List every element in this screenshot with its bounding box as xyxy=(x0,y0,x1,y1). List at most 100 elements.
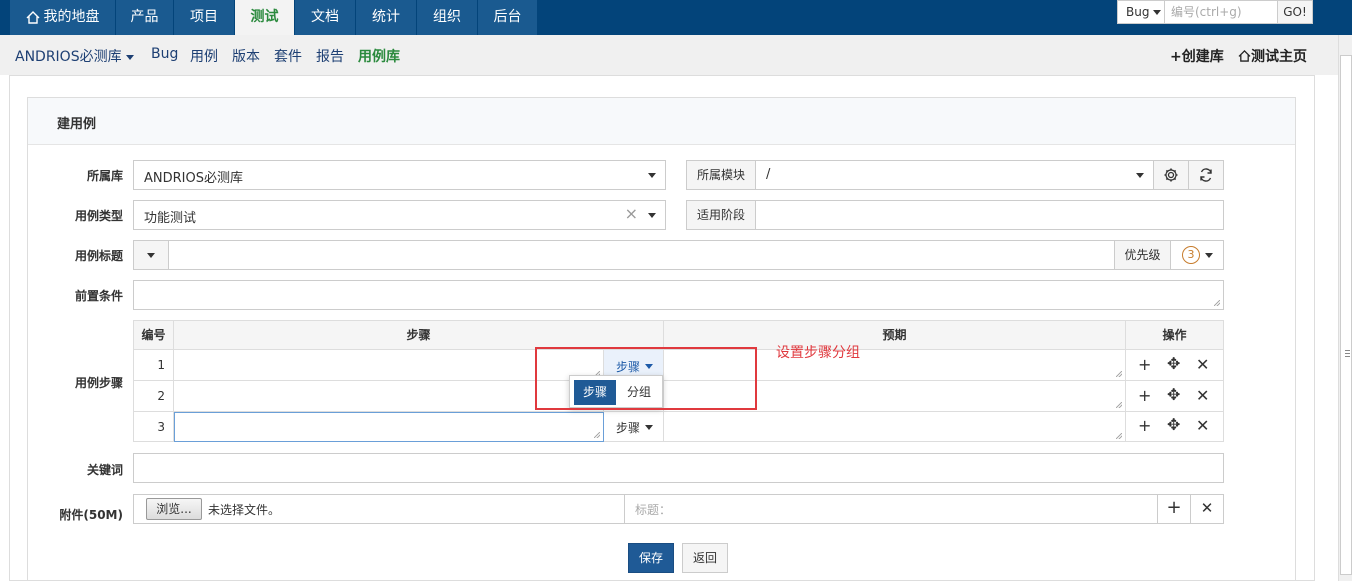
step-type-select[interactable]: 步骤 xyxy=(604,412,664,442)
gear-icon xyxy=(1164,168,1178,182)
nav-project[interactable]: 项目 xyxy=(174,0,235,35)
add-icon[interactable]: + xyxy=(1138,416,1151,435)
type-label: 用例类型 xyxy=(74,209,123,223)
subnav-caselib[interactable]: 用例库 xyxy=(358,46,400,66)
priority-badge: 3 xyxy=(1182,246,1200,264)
nav-admin[interactable]: 后台 xyxy=(478,0,538,35)
go-button[interactable]: GO! xyxy=(1277,0,1313,24)
attach-label: 附件(50M) xyxy=(59,508,123,522)
clear-icon[interactable]: × xyxy=(625,204,638,223)
search-type-select[interactable]: Bug xyxy=(1117,0,1165,24)
caret-down-icon xyxy=(1153,10,1162,15)
create-lib-link[interactable]: +创建库 xyxy=(1170,46,1224,66)
back-button[interactable]: 返回 xyxy=(682,543,728,573)
lib-select[interactable]: ANDRIOS必测库 xyxy=(133,160,666,190)
resize-handle[interactable] xyxy=(1214,300,1220,306)
steps-label: 用例步骤 xyxy=(74,376,123,390)
nav-product[interactable]: 产品 xyxy=(116,0,174,35)
stage-label: 适用阶段 xyxy=(686,200,756,230)
subnav-case[interactable]: 用例 xyxy=(190,46,218,66)
test-home-link[interactable]: 测试主页 xyxy=(1238,46,1307,66)
move-icon[interactable]: ✥ xyxy=(1167,354,1180,373)
title-input[interactable] xyxy=(168,240,1115,270)
caret-down-icon xyxy=(126,54,135,60)
close-icon: ✕ xyxy=(1200,499,1214,517)
attach-title-input[interactable]: 标题： xyxy=(624,494,1158,524)
stage-select[interactable] xyxy=(755,200,1224,230)
subnav-build[interactable]: 版本 xyxy=(232,46,260,66)
row-ops: + ✥ ✕ xyxy=(1126,350,1223,381)
module-label: 所属模块 xyxy=(686,160,756,190)
search-input[interactable]: 编号(ctrl+g) xyxy=(1164,0,1278,24)
lib-label: 所属库 xyxy=(86,169,123,183)
add-icon[interactable]: + xyxy=(1138,386,1151,405)
panel-title: 建用例 xyxy=(57,117,97,132)
resize-handle[interactable] xyxy=(594,432,600,438)
close-icon[interactable]: ✕ xyxy=(1196,416,1209,435)
panel-header: 建用例 xyxy=(28,98,1295,145)
expect-input[interactable] xyxy=(664,412,1126,442)
title-label: 用例标题 xyxy=(74,249,123,263)
annotation-highlight-box xyxy=(535,347,757,410)
caret-down-icon xyxy=(648,173,656,178)
step-input-focused[interactable] xyxy=(174,412,604,442)
title-color-button[interactable] xyxy=(133,240,169,270)
caret-down-icon xyxy=(645,425,653,430)
close-icon[interactable]: ✕ xyxy=(1196,355,1209,374)
library-switcher[interactable]: ANDRIOS必测库 xyxy=(15,46,135,66)
grip-line xyxy=(1345,350,1350,351)
priority-label: 优先级 xyxy=(1114,240,1171,270)
nav-doc[interactable]: 文档 xyxy=(295,0,356,35)
step-type-value: 步骤 xyxy=(616,421,641,435)
caret-down-icon xyxy=(648,213,656,218)
grip-line xyxy=(1345,353,1350,354)
subnav-suite[interactable]: 套件 xyxy=(274,46,302,66)
nav-org[interactable]: 组织 xyxy=(417,0,478,35)
module-refresh-button[interactable] xyxy=(1188,160,1224,190)
type-select[interactable]: 功能测试 × xyxy=(133,200,666,230)
header-ops: 操作 xyxy=(1126,321,1223,350)
plus-icon: + xyxy=(1170,49,1182,65)
add-attachment-button[interactable]: + xyxy=(1157,494,1191,524)
type-select-value: 功能测试 xyxy=(144,211,197,226)
browse-button[interactable]: 浏览... xyxy=(146,498,202,520)
resize-handle[interactable] xyxy=(1116,371,1122,377)
nav-stats[interactable]: 统计 xyxy=(356,0,417,35)
scrollbar-thumb[interactable] xyxy=(1340,55,1352,575)
home-icon xyxy=(1238,50,1251,62)
top-navbar: 我的地盘 产品 项目 测试 文档 统计 组织 后台 Bug 编号(ctrl+g)… xyxy=(0,0,1352,35)
module-settings-button[interactable] xyxy=(1153,160,1189,190)
priority-select[interactable]: 3 xyxy=(1170,240,1224,270)
row-num: 2 xyxy=(134,381,174,412)
save-button[interactable]: 保存 xyxy=(628,543,674,573)
lib-select-value: ANDRIOS必测库 xyxy=(144,171,243,186)
row-ops: + ✥ ✕ xyxy=(1126,412,1223,442)
keywords-input[interactable] xyxy=(133,453,1224,483)
file-input[interactable]: 浏览... 未选择文件。 xyxy=(133,494,625,524)
sub-navbar: ANDRIOS必测库 Bug 用例 版本 套件 报告 用例库 +创建库 测试主页 xyxy=(0,35,1338,75)
remove-attachment-button[interactable]: ✕ xyxy=(1190,494,1224,524)
resize-handle[interactable] xyxy=(1116,402,1122,408)
home-icon xyxy=(26,10,39,24)
row-num: 1 xyxy=(134,350,174,381)
attach-title-placeholder: 标题： xyxy=(635,503,672,517)
header-num: 编号 xyxy=(134,321,174,350)
subnav-report[interactable]: 报告 xyxy=(316,46,344,66)
header-expect: 预期 xyxy=(664,321,1126,350)
add-icon[interactable]: + xyxy=(1138,355,1151,374)
caret-down-icon xyxy=(147,253,155,258)
resize-handle[interactable] xyxy=(1116,433,1122,439)
close-icon[interactable]: ✕ xyxy=(1196,386,1209,405)
grip-line xyxy=(1345,356,1350,357)
no-file-text: 未选择文件。 xyxy=(208,503,281,517)
caret-down-icon xyxy=(1205,253,1213,258)
subnav-bug[interactable]: Bug xyxy=(151,46,178,62)
nav-test[interactable]: 测试 xyxy=(235,0,295,35)
move-icon[interactable]: ✥ xyxy=(1167,385,1180,404)
nav-my-dashboard[interactable]: 我的地盘 xyxy=(10,0,116,35)
vertical-scrollbar[interactable] xyxy=(1338,35,1352,581)
precondition-textarea[interactable] xyxy=(133,280,1224,310)
plus-icon: + xyxy=(1166,497,1182,518)
move-icon[interactable]: ✥ xyxy=(1167,415,1180,434)
module-select[interactable]: / xyxy=(755,160,1154,190)
